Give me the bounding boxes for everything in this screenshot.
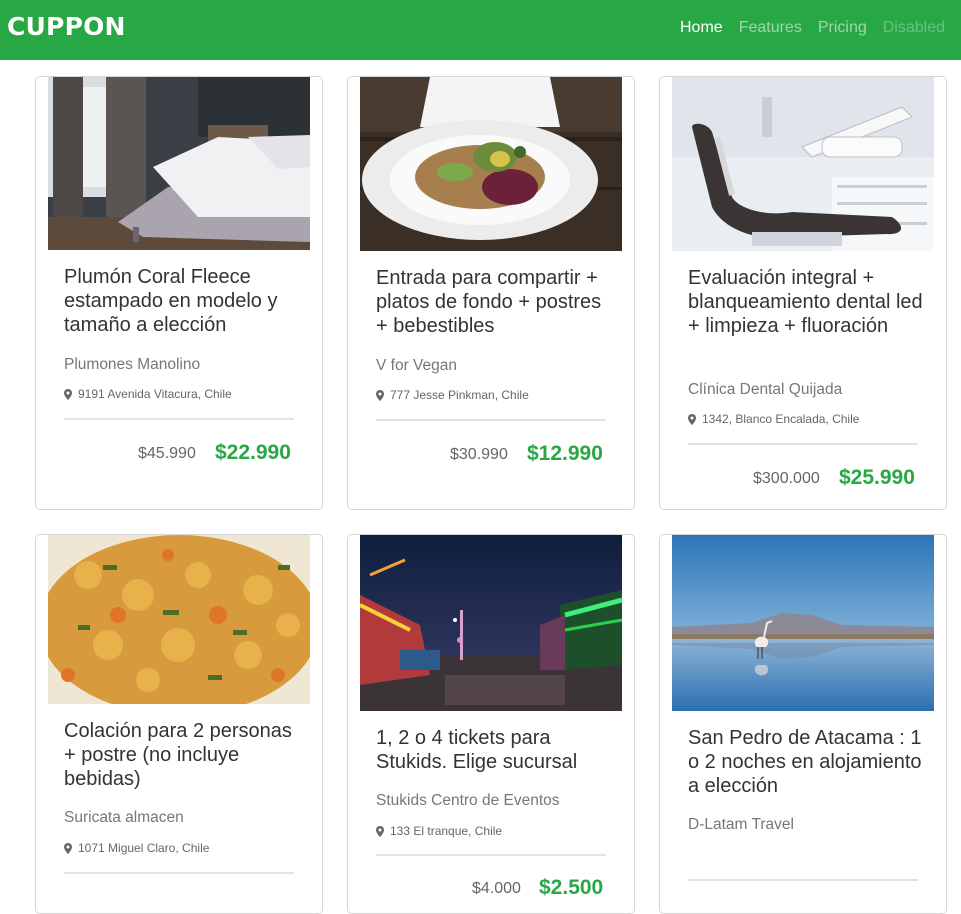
deal-image-dental-chair[interactable] xyxy=(672,77,934,251)
deal-merchant: Clínica Dental Quijada xyxy=(688,381,843,398)
deal-location-text: 1071 Miguel Claro, Chile xyxy=(78,841,210,855)
divider xyxy=(688,879,918,881)
deal-title[interactable]: Entrada para compartir + platos de fondo… xyxy=(376,266,616,338)
deal-image-flamingo-lake[interactable] xyxy=(672,535,934,711)
map-pin-icon xyxy=(64,842,72,854)
deal-location-text: 777 Jesse Pinkman, Chile xyxy=(390,388,529,402)
old-price: $30.990 xyxy=(450,446,508,463)
nav-disabled: Disabled xyxy=(882,19,945,36)
divider xyxy=(64,872,294,874)
deal-card[interactable]: Entrada para compartir + platos de fondo… xyxy=(347,76,635,510)
deal-merchant: D-Latam Travel xyxy=(688,816,794,833)
deal-image-stew[interactable] xyxy=(48,535,310,704)
map-pin-icon xyxy=(688,413,696,425)
deal-location: 1071 Miguel Claro, Chile xyxy=(64,841,209,855)
nav-links: Home Features Pricing Disabled xyxy=(664,19,945,37)
map-pin-icon xyxy=(376,825,384,837)
deal-card[interactable]: Colación para 2 personas + postre (no in… xyxy=(35,534,323,914)
old-price: $300.000 xyxy=(753,470,820,487)
deal-location: 777 Jesse Pinkman, Chile xyxy=(376,388,529,402)
deal-image-bedroom[interactable] xyxy=(48,77,310,250)
map-pin-icon xyxy=(376,389,384,401)
deal-merchant: Stukids Centro de Eventos xyxy=(376,792,560,809)
nav-home[interactable]: Home xyxy=(680,19,723,37)
deal-merchant: Suricata almacen xyxy=(64,809,184,826)
deal-location: 133 El tranque, Chile xyxy=(376,824,502,838)
new-price: $2.500 xyxy=(539,876,604,899)
navbar: CUPPON Home Features Pricing Disabled xyxy=(0,0,961,60)
divider xyxy=(376,854,606,856)
deal-card[interactable]: Plumón Coral Fleece estampado en modelo … xyxy=(35,76,323,510)
divider xyxy=(688,443,918,445)
deal-title[interactable]: San Pedro de Atacama : 1 o 2 noches en a… xyxy=(688,726,928,798)
deal-title[interactable]: Plumón Coral Fleece estampado en modelo … xyxy=(64,265,304,337)
divider xyxy=(64,418,294,420)
deal-title[interactable]: Colación para 2 personas + postre (no in… xyxy=(64,719,304,791)
deal-location: 1342, Blanco Encalada, Chile xyxy=(688,412,859,426)
nav-pricing[interactable]: Pricing xyxy=(818,19,867,37)
deal-merchant: V for Vegan xyxy=(376,357,458,374)
old-price: $4.000 xyxy=(472,880,521,897)
new-price: $22.990 xyxy=(215,441,291,464)
deal-location-text: 133 El tranque, Chile xyxy=(390,824,503,838)
deal-image-fair-night[interactable] xyxy=(360,535,622,711)
deal-title[interactable]: Evaluación integral + blanqueamiento den… xyxy=(688,266,928,338)
deal-card[interactable]: Evaluación integral + blanqueamiento den… xyxy=(659,76,947,510)
deal-location-text: 1342, Blanco Encalada, Chile xyxy=(702,412,860,426)
deal-card[interactable]: 1, 2 o 4 tickets para Stukids. Elige suc… xyxy=(347,534,635,914)
new-price: $25.990 xyxy=(839,466,915,489)
deal-location-text: 9191 Avenida Vitacura, Chile xyxy=(78,387,232,401)
deal-title[interactable]: 1, 2 o 4 tickets para Stukids. Elige suc… xyxy=(376,726,616,774)
deal-image-salad-plate[interactable] xyxy=(360,77,622,251)
map-pin-icon xyxy=(64,388,72,400)
nav-features[interactable]: Features xyxy=(739,19,802,37)
new-price: $12.990 xyxy=(527,442,603,465)
divider xyxy=(376,419,606,421)
brand-logo[interactable]: CUPPON xyxy=(7,12,126,41)
deal-card[interactable]: San Pedro de Atacama : 1 o 2 noches en a… xyxy=(659,534,947,914)
old-price: $45.990 xyxy=(138,445,196,462)
deal-location: 9191 Avenida Vitacura, Chile xyxy=(64,387,232,401)
deal-merchant: Plumones Manolino xyxy=(64,356,201,373)
